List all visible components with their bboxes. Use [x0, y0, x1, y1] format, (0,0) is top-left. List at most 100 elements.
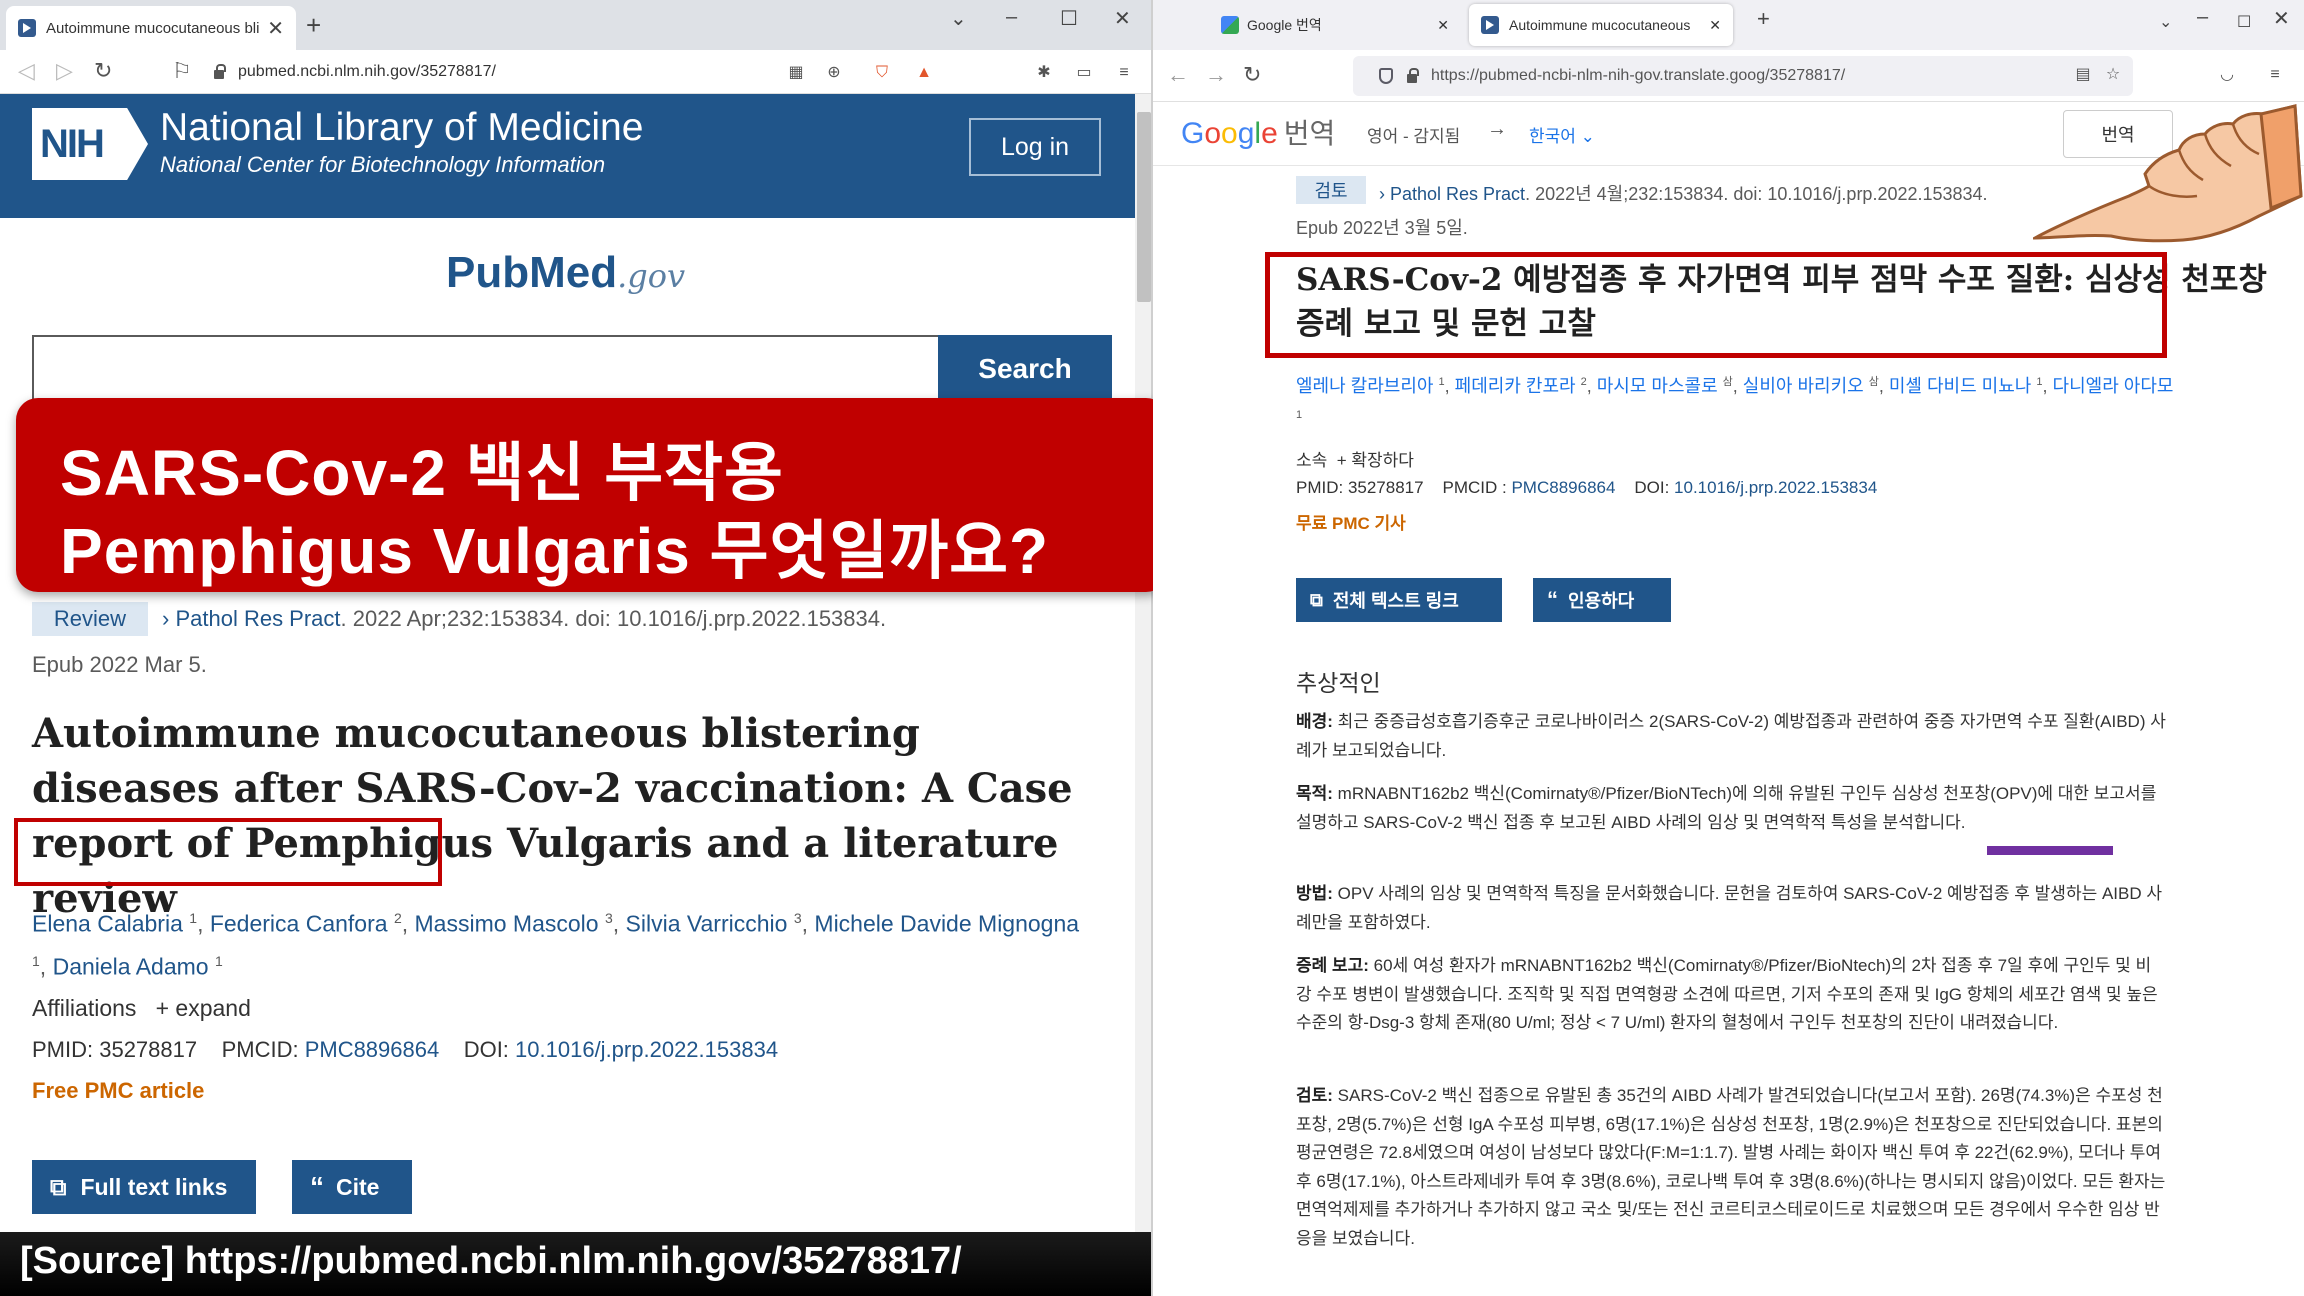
doi-link-kr[interactable]: 10.1016/j.prp.2022.153834	[1674, 478, 1877, 497]
journal-link-kr[interactable]: › Pathol Res Pract	[1379, 184, 1525, 204]
nih-logo[interactable]: NIH	[32, 108, 148, 180]
left-url-text: pubmed.ncbi.nlm.nih.gov/35278817/	[238, 63, 496, 80]
reload-icon[interactable]: ↻	[94, 58, 112, 84]
author-link[interactable]: Massimo Mascolo	[415, 911, 599, 937]
author-affiliation-number[interactable]: 삼	[1869, 376, 1879, 388]
headline-line-2: Pemphigus Vulgaris 무엇일까요?	[60, 515, 1050, 587]
author-link[interactable]: 실비아 바리키오	[1743, 376, 1864, 396]
author-link[interactable]: Silvia Varricchio	[626, 911, 788, 937]
affiliations-row[interactable]: Affiliations + expand	[32, 995, 251, 1022]
pocket-icon[interactable]: ◡	[2217, 66, 2237, 84]
google-translate-favicon-icon	[1221, 16, 1239, 34]
pubmed-logo[interactable]: PubMed.gov	[446, 248, 685, 298]
extensions-icon[interactable]: ✱	[1034, 64, 1054, 82]
author-separator: ,	[612, 910, 626, 937]
author-link[interactable]: Elena Calabria	[32, 911, 183, 937]
search-button[interactable]: Search	[938, 335, 1112, 403]
pmcid-link[interactable]: PMC8896864	[305, 1037, 440, 1062]
author-link[interactable]: 다니엘라 아다모	[2053, 376, 2174, 396]
pubmed-logo-main: PubMed	[446, 248, 618, 297]
close-tab-icon[interactable]: ✕	[267, 16, 284, 41]
forward-icon[interactable]: ▷	[56, 58, 73, 84]
close-window-icon[interactable]: ✕	[1114, 6, 1131, 31]
left-url-field[interactable]: pubmed.ncbi.nlm.nih.gov/35278817/	[214, 58, 496, 86]
citation-line: › Pathol Res Pract. 2022 Apr;232:153834.…	[162, 606, 886, 632]
author-link[interactable]: Federica Canfora	[210, 911, 388, 937]
author-affiliation-number[interactable]: 2	[394, 910, 402, 926]
full-text-links-button[interactable]: ⧉ Full text links	[32, 1160, 256, 1214]
author-link[interactable]: Michele Davide Mignogna	[814, 911, 1079, 937]
source-language[interactable]: 영어 - 감지됨	[1367, 122, 1460, 147]
star-icon[interactable]: ☆	[2103, 66, 2123, 84]
author-link[interactable]: 마시모 마스콜로	[1597, 376, 1718, 396]
left-tab-bar: Autoimmune mucocutaneous blis ✕ + ⌄ – ☐ …	[0, 0, 1151, 50]
author-affiliation-number[interactable]: 1	[215, 953, 223, 969]
chevron-down-icon: ⌄	[1580, 127, 1595, 146]
free-pmc-article[interactable]: Free PMC article	[32, 1078, 204, 1104]
cite-button[interactable]: “Cite	[292, 1160, 412, 1214]
back-icon[interactable]: ←	[1167, 62, 1189, 88]
wallet-icon[interactable]: ▭	[1074, 64, 1094, 82]
minimize-icon[interactable]: –	[2197, 6, 2208, 29]
abstract-methods: 방법: OPV 사례의 임상 및 면역학적 특징을 문서화했습니다. 문헌을 검…	[1296, 884, 2162, 932]
new-tab-icon[interactable]: +	[1757, 6, 1770, 32]
back-icon[interactable]: ◁	[18, 58, 35, 84]
menu-icon[interactable]: ≡	[1114, 64, 1134, 82]
tab-translated-article[interactable]: Autoimmune mucocutaneous ✕	[1469, 4, 1733, 46]
full-text-links-button-kr[interactable]: ⧉ 전체 텍스트 링크	[1296, 578, 1502, 622]
reader-view-icon[interactable]: ▤	[2073, 66, 2093, 84]
cite-button-kr[interactable]: “인용하다	[1533, 578, 1671, 622]
right-url-field[interactable]: https://pubmed-ncbi-nlm-nih-gov.translat…	[1353, 56, 2133, 96]
doi-link[interactable]: 10.1016/j.prp.2022.153834	[515, 1037, 778, 1062]
login-button[interactable]: Log in	[969, 118, 1101, 176]
left-active-tab[interactable]: Autoimmune mucocutaneous blis ✕	[6, 6, 296, 50]
reload-icon[interactable]: ↻	[1243, 62, 1261, 88]
author-link[interactable]: 페데리카 칸포라	[1455, 376, 1576, 396]
chevron-down-icon[interactable]: ⌄	[950, 6, 967, 31]
author-affiliation-number[interactable]: 삼	[1723, 376, 1733, 388]
close-window-icon[interactable]: ✕	[2273, 6, 2290, 31]
maximize-icon[interactable]: ☐	[2237, 12, 2251, 32]
bookmark-icon[interactable]: ⚐	[172, 58, 192, 84]
left-scrollbar-thumb[interactable]	[1137, 112, 1151, 302]
menu-icon[interactable]: ≡	[2265, 66, 2285, 84]
close-tab-icon[interactable]: ✕	[1437, 17, 1449, 34]
author-separator: ,	[2042, 376, 2053, 396]
author-affiliation-number[interactable]: 1	[32, 953, 40, 969]
author-link[interactable]: 엘레나 칼라브리아	[1296, 376, 1433, 396]
target-language-select[interactable]: 한국어 ⌄	[1529, 122, 1595, 147]
abstract-heading-kr: 추상적인	[1296, 671, 1381, 697]
zoom-icon[interactable]: ⊕	[824, 64, 844, 82]
author-affiliation-number[interactable]: 1	[189, 910, 197, 926]
author-affiliation-number[interactable]: 1	[1296, 409, 1302, 421]
expand-link-kr[interactable]: + 확장하다	[1337, 451, 1414, 470]
expand-link[interactable]: + expand	[156, 995, 251, 1021]
forward-icon[interactable]: →	[1205, 62, 1227, 88]
article-title: Autoimmune mucocutaneous blistering dise…	[32, 710, 1073, 922]
chevron-down-icon[interactable]: ⌄	[2159, 12, 2172, 32]
review-badge-kr[interactable]: 검토	[1296, 176, 1366, 204]
rewards-icon[interactable]: ▲	[914, 64, 934, 82]
maximize-icon[interactable]: ☐	[1060, 6, 1078, 31]
identifiers-row-kr: PMID: 35278817 PMCID : PMC8896864 DOI: 1…	[1296, 478, 1878, 497]
tab-google-translate[interactable]: Google 번역 ✕	[1209, 4, 1461, 46]
search-input[interactable]	[32, 335, 938, 403]
journal-link[interactable]: › Pathol Res Pract	[162, 606, 341, 631]
review-badge[interactable]: Review	[32, 602, 148, 636]
author-affiliation-number[interactable]: 3	[605, 910, 613, 926]
brave-shield-icon[interactable]: ⛉	[872, 64, 892, 82]
author-link[interactable]: 미셸 다비드 미뇨나	[1889, 376, 2031, 396]
close-tab-icon[interactable]: ✕	[1709, 17, 1721, 34]
author-affiliation-number[interactable]: 3	[794, 910, 802, 926]
affiliations-row-kr[interactable]: 소속 + 확장하다	[1296, 446, 1414, 471]
arrow-right-icon: →	[1487, 118, 1507, 140]
tab-google-translate-title: Google 번역	[1247, 17, 1322, 33]
pmcid-link-kr[interactable]: PMC8896864	[1511, 478, 1615, 497]
right-address-bar: ← → ↻ https://pubmed-ncbi-nlm-nih-gov.tr…	[1153, 50, 2304, 102]
free-pmc-article-kr[interactable]: 무료 PMC 기사	[1296, 509, 1406, 534]
new-tab-icon[interactable]: +	[306, 10, 321, 41]
author-link[interactable]: Daniela Adamo	[53, 953, 209, 979]
tracking-shield-icon[interactable]	[1379, 68, 1393, 84]
qr-icon[interactable]: ▦	[786, 64, 806, 82]
minimize-icon[interactable]: –	[1006, 6, 1017, 29]
